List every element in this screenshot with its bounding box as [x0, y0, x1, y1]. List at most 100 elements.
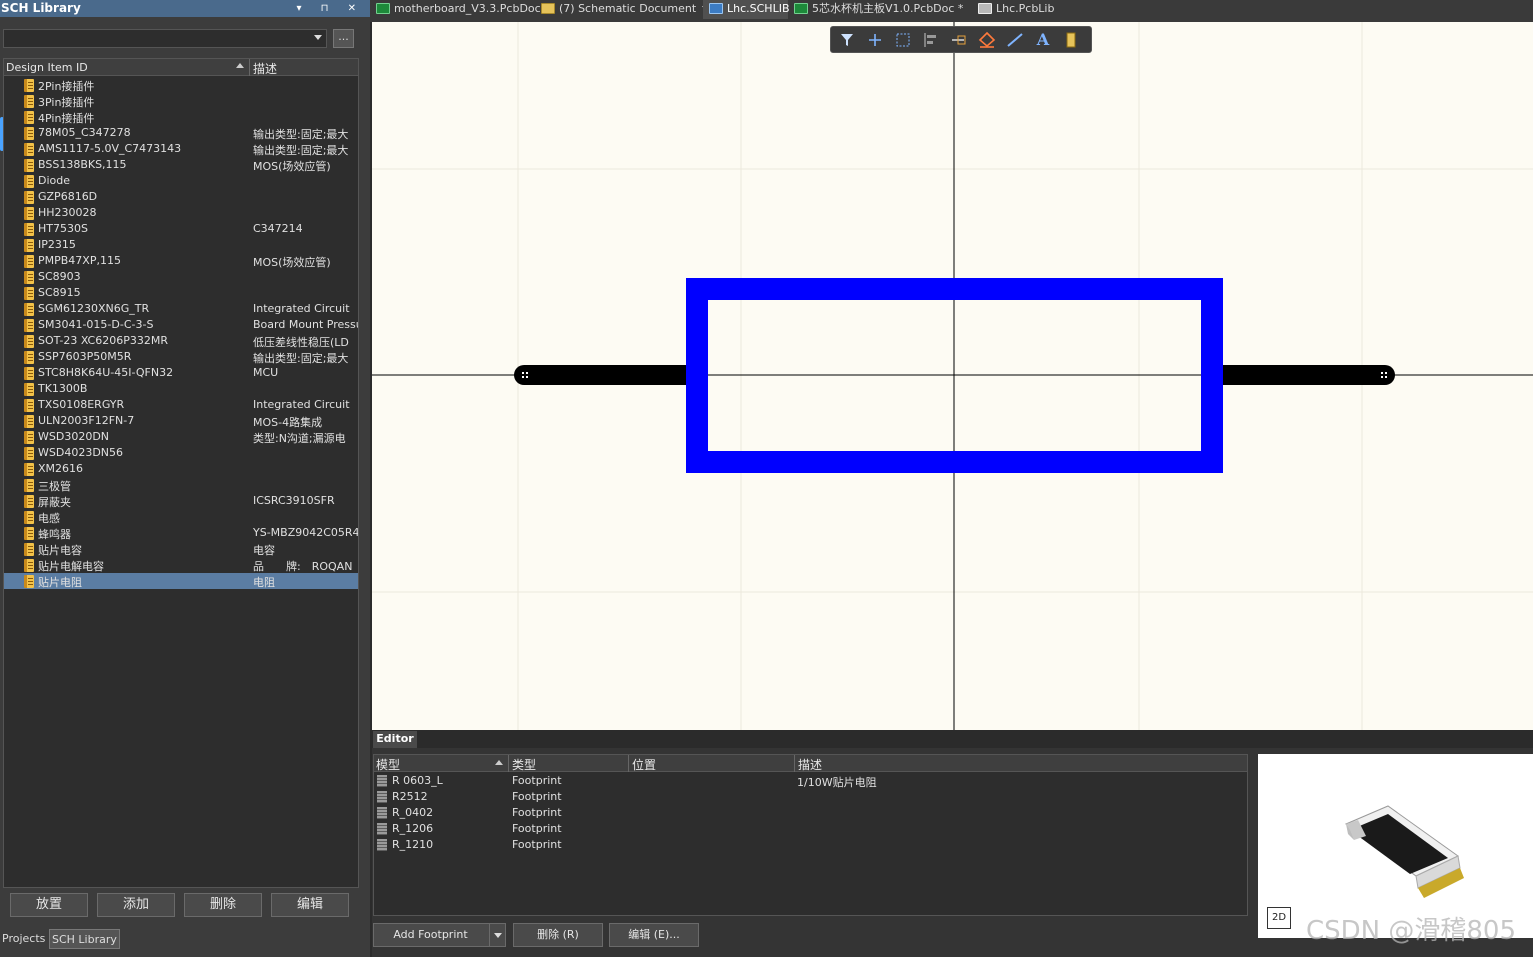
filter-icon[interactable] — [837, 31, 857, 49]
design-item-description: MOS-4路集成 — [253, 416, 323, 429]
component-icon — [24, 431, 34, 444]
column-header-location[interactable]: 位置 — [632, 756, 656, 773]
library-item-row[interactable]: SC8903 — [4, 269, 358, 285]
column-header-description[interactable]: 描述 — [798, 756, 822, 773]
component-icon — [24, 543, 34, 556]
library-item-row[interactable]: SGM61230XN6G_TR Integrated Circuit — [4, 301, 358, 317]
panel-controls[interactable]: ▾ ⊓ ✕ — [296, 0, 364, 17]
canvas-drawing — [372, 22, 1533, 730]
component-icon — [24, 127, 34, 140]
library-item-row[interactable]: 贴片电阻 电阻 — [4, 573, 358, 589]
library-item-row[interactable]: 三极管 — [4, 477, 358, 493]
tab-projects[interactable]: Projects — [0, 929, 47, 949]
editor-tab[interactable]: Editor — [373, 731, 417, 748]
doc-tab-lhc-schlib[interactable]: Lhc.SCHLIB — [703, 0, 790, 19]
design-item-id: SOT-23 XC6206P332MR — [38, 334, 168, 347]
view-2d-toggle[interactable]: 2D — [1267, 907, 1291, 929]
library-item-row[interactable]: 2Pin接插件 — [4, 77, 358, 93]
library-item-row[interactable]: 贴片电解电容 品 牌: ROQAN — [4, 557, 358, 573]
component-icon — [24, 351, 34, 364]
doc-tab-schematic[interactable]: (7) Schematic Document — [535, 0, 711, 19]
delete-button[interactable]: 删除 — [184, 893, 262, 917]
model-name: R_0402 — [392, 806, 434, 819]
component-icon[interactable] — [1061, 31, 1081, 49]
doc-tab-motherboard[interactable]: motherboard_V3.3.PcbDoc — [370, 0, 541, 19]
add-icon[interactable] — [865, 31, 885, 49]
chevron-down-icon[interactable] — [489, 924, 505, 946]
library-item-row[interactable]: SM3041-015-D-C-3-S Board Mount Pressur — [4, 317, 358, 333]
library-item-row[interactable]: 蜂鸣器 YS-MBZ9042C05R42 — [4, 525, 358, 541]
design-item-id: 4Pin接插件 — [38, 112, 95, 125]
library-item-row[interactable]: HT7530S C347214 — [4, 221, 358, 237]
model-row[interactable]: R2512 Footprint — [374, 789, 1247, 805]
browse-button[interactable]: ... — [333, 29, 354, 48]
component-icon — [24, 223, 34, 236]
fill-icon[interactable] — [977, 31, 997, 49]
design-item-description: Integrated Circuit — [253, 302, 350, 315]
sch-library-panel: SCH Library ▾ ⊓ ✕ ... Design Item ID 描述 … — [0, 0, 370, 957]
library-item-row[interactable]: PMPB47XP,115 MOS(场效应管) — [4, 253, 358, 269]
component-icon — [24, 527, 34, 540]
pin-1[interactable] — [514, 365, 696, 385]
place-pin-icon[interactable] — [949, 31, 969, 49]
delete-model-button[interactable]: 删除 (R) — [513, 923, 603, 947]
column-header-design-item-id[interactable]: Design Item ID — [6, 61, 88, 74]
library-item-row[interactable]: STC8H8K64U-45I-QFN32 MCU — [4, 365, 358, 381]
library-item-row[interactable]: XM2616 — [4, 461, 358, 477]
library-item-row[interactable]: WSD3020DN 类型:N沟道;漏源电 — [4, 429, 358, 445]
library-item-row[interactable]: 78M05_C347278 输出类型:固定;最大 — [4, 125, 358, 141]
component-icon — [24, 575, 34, 588]
design-item-id: BSS138BKS,115 — [38, 158, 127, 171]
tab-sch-library[interactable]: SCH Library — [49, 929, 120, 949]
edit-model-button[interactable]: 编辑 (E)... — [609, 923, 699, 947]
column-header-description[interactable]: 描述 — [253, 60, 277, 77]
design-item-id: 屏蔽夹 — [38, 496, 71, 509]
library-item-row[interactable]: 屏蔽夹 ICSRC3910SFR — [4, 493, 358, 509]
place-button[interactable]: 放置 — [10, 893, 88, 917]
library-item-row[interactable]: AMS1117-5.0V_C7473143 输出类型:固定;最大 — [4, 141, 358, 157]
align-icon[interactable] — [921, 31, 941, 49]
pin-2[interactable] — [1212, 365, 1395, 385]
select-rect-icon[interactable] — [893, 31, 913, 49]
library-item-row[interactable]: SC8915 — [4, 285, 358, 301]
library-item-row[interactable]: GZP6816D — [4, 189, 358, 205]
model-row[interactable]: R_0402 Footprint — [374, 805, 1247, 821]
column-header-type[interactable]: 类型 — [512, 756, 536, 773]
doc-tab-5core-cup[interactable]: 5芯水杯机主板V1.0.PcbDoc * — [788, 0, 963, 19]
schematic-canvas[interactable]: A — [372, 22, 1533, 730]
footprint-icon — [377, 807, 387, 819]
model-row[interactable]: R_1206 Footprint — [374, 821, 1247, 837]
component-icon — [24, 447, 34, 460]
chevron-down-icon — [314, 35, 322, 40]
model-row[interactable]: R_1210 Footprint — [374, 837, 1247, 853]
add-footprint-button[interactable]: Add Footprint — [373, 923, 506, 947]
component-icon — [24, 143, 34, 156]
model-row[interactable]: R 0603_L Footprint 1/10W贴片电阻 — [374, 773, 1247, 789]
add-button[interactable]: 添加 — [97, 893, 175, 917]
library-item-row[interactable]: 贴片电容 电容 — [4, 541, 358, 557]
library-filter-select[interactable] — [3, 29, 327, 48]
edit-button[interactable]: 编辑 — [271, 893, 349, 917]
grid-header: Design Item ID 描述 — [4, 59, 358, 77]
library-item-row[interactable]: TXS0108ERGYR Integrated Circuit — [4, 397, 358, 413]
model-list: R 0603_L Footprint 1/10W贴片电阻 R2512 Footprint… — [374, 773, 1247, 853]
library-item-row[interactable]: 4Pin接插件 — [4, 109, 358, 125]
model-name: R2512 — [392, 790, 428, 803]
footprint-icon — [377, 775, 387, 787]
doc-tab-lhc-pcblib[interactable]: Lhc.PcbLib — [972, 0, 1054, 19]
library-item-row[interactable]: 电感 — [4, 509, 358, 525]
library-item-row[interactable]: TK1300B — [4, 381, 358, 397]
library-item-row[interactable]: Diode — [4, 173, 358, 189]
library-item-row[interactable]: ULN2003F12FN-7 MOS-4路集成 — [4, 413, 358, 429]
library-item-row[interactable]: WSD4023DN56 — [4, 445, 358, 461]
line-icon[interactable] — [1005, 31, 1025, 49]
text-icon[interactable]: A — [1033, 31, 1053, 49]
library-item-row[interactable]: IP2315 — [4, 237, 358, 253]
footprint-icon — [377, 839, 387, 851]
library-item-row[interactable]: 3Pin接插件 — [4, 93, 358, 109]
library-item-row[interactable]: SOT-23 XC6206P332MR 低压差线性稳压(LD — [4, 333, 358, 349]
library-item-row[interactable]: BSS138BKS,115 MOS(场效应管) — [4, 157, 358, 173]
library-item-row[interactable]: SSP7603P50M5R 输出类型:固定;最大 — [4, 349, 358, 365]
column-header-model[interactable]: 模型 — [376, 756, 400, 773]
library-item-row[interactable]: HH230028 — [4, 205, 358, 221]
